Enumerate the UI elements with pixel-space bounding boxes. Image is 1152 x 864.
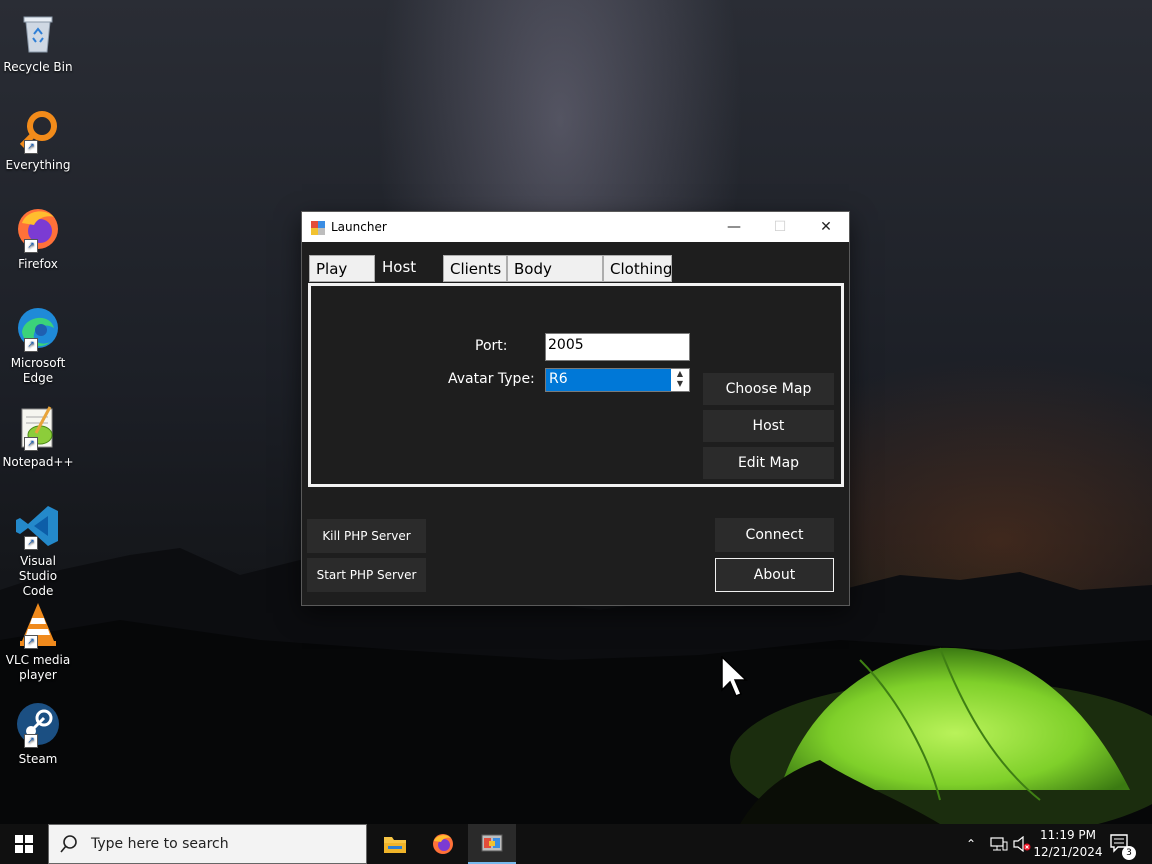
notepad-plus-plus-icon: ↗ — [14, 403, 62, 451]
minimize-icon: — — [727, 219, 741, 235]
edge-icon: ↗ — [14, 304, 62, 352]
desktop-icon-microsoft-edge[interactable]: ↗ Microsoft Edge — [2, 304, 74, 386]
maximize-icon: ☐ — [773, 219, 787, 235]
recycle-bin-icon — [14, 8, 62, 56]
tab-clothing[interactable]: Clothing — [603, 255, 672, 282]
port-input[interactable]: 2005 — [545, 333, 690, 361]
window-titlebar[interactable]: Launcher — ☐ ✕ — [302, 212, 849, 242]
window-title: Launcher — [331, 220, 387, 234]
desktop-icon-recycle-bin[interactable]: Recycle Bin — [2, 8, 74, 75]
about-button[interactable]: About — [715, 558, 834, 592]
desktop-icon-label: Recycle Bin — [3, 60, 73, 74]
steam-icon: ↗ — [14, 700, 62, 748]
launcher-app-icon — [481, 834, 503, 852]
avatar-type-select[interactable]: R6 ▲ ▼ — [545, 368, 690, 392]
chevron-up-icon: ⌃ — [966, 837, 977, 851]
edit-map-button[interactable]: Edit Map — [703, 447, 834, 479]
desktop-icon-label: Notepad++ — [2, 455, 74, 469]
taskbar-launcher[interactable] — [468, 824, 516, 864]
launcher-app-icon — [311, 220, 325, 235]
chevron-up-icon[interactable]: ▲ — [671, 369, 689, 379]
shortcut-arrow-icon: ↗ — [24, 536, 38, 550]
tab-clients[interactable]: Clients — [443, 255, 507, 282]
desktop-icon-label: Steam — [18, 752, 58, 766]
port-label: Port: — [475, 338, 508, 354]
desktop-icon-firefox[interactable]: ↗ Firefox — [2, 205, 74, 272]
taskbar-search-box[interactable]: Type here to search — [48, 824, 367, 864]
connect-button[interactable]: Connect — [715, 518, 834, 552]
avatar-type-value: R6 — [549, 371, 568, 387]
vlc-icon: ↗ — [14, 601, 62, 649]
host-tab-panel: Port: 2005 Avatar Type: R6 ▲ ▼ Choose Ma… — [308, 283, 844, 487]
search-placeholder: Type here to search — [91, 836, 229, 852]
start-button[interactable] — [0, 824, 48, 864]
desktop-icon-everything[interactable]: ↗ Everything — [2, 106, 74, 173]
spinner-arrows[interactable]: ▲ ▼ — [671, 369, 689, 391]
mouse-cursor-icon — [721, 656, 748, 697]
everything-search-icon: ↗ — [14, 106, 62, 154]
clock-time: 11:19 PM — [1040, 828, 1096, 842]
notification-count-badge: 3 — [1122, 846, 1136, 860]
desktop-icon-label: Firefox — [18, 257, 58, 271]
vscode-icon: ↗ — [14, 502, 62, 550]
desktop-icon-steam[interactable]: ↗ Steam — [2, 700, 74, 767]
maximize-button[interactable]: ☐ — [757, 212, 803, 242]
windows-logo-icon — [15, 835, 33, 853]
shortcut-arrow-icon: ↗ — [24, 140, 38, 154]
search-icon — [60, 835, 77, 853]
close-button[interactable]: ✕ — [803, 212, 849, 242]
network-icon — [990, 837, 1008, 851]
shortcut-arrow-icon: ↗ — [24, 437, 38, 451]
desktop-icon-vlc[interactable]: ↗ VLC media player — [2, 601, 74, 683]
desktop-icon-label: Visual Studio Code — [18, 554, 58, 598]
start-php-server-button[interactable]: Start PHP Server — [307, 558, 426, 592]
show-hidden-icons-button[interactable]: ⌃ — [966, 824, 976, 864]
volume-button[interactable] — [1013, 824, 1031, 864]
launcher-window: Launcher — ☐ ✕ Play Host Clients Body Co… — [302, 212, 849, 605]
desktop-icon-label: Everything — [5, 158, 71, 172]
desktop-icon-label: VLC media player — [5, 653, 71, 682]
network-button[interactable] — [990, 824, 1008, 864]
firefox-icon: ↗ — [14, 205, 62, 253]
close-icon: ✕ — [820, 219, 832, 235]
chevron-down-icon[interactable]: ▼ — [671, 379, 689, 389]
folder-icon — [384, 837, 406, 853]
action-center-button[interactable]: 3 — [1110, 824, 1136, 864]
taskbar-clock[interactable]: 11:19 PM 12/21/2024 — [1032, 827, 1104, 861]
desktop-icon-vscode[interactable]: ↗ Visual Studio Code — [2, 502, 74, 599]
kill-php-server-button[interactable]: Kill PHP Server — [307, 519, 426, 553]
desktop-icon-label: Microsoft Edge — [10, 356, 66, 385]
minimize-button[interactable]: — — [711, 212, 757, 242]
taskbar: Type here to search ⌃ 11:19 PM 12/21/202… — [0, 824, 1152, 864]
tab-body-colors[interactable]: Body Colors — [507, 255, 603, 305]
shortcut-arrow-icon: ↗ — [24, 734, 38, 748]
shortcut-arrow-icon: ↗ — [24, 635, 38, 649]
avatar-type-label: Avatar Type: — [448, 371, 535, 387]
tab-play[interactable]: Play — [309, 255, 375, 282]
choose-map-button[interactable]: Choose Map — [703, 373, 834, 405]
tab-host[interactable]: Host — [375, 253, 443, 284]
clock-date: 12/21/2024 — [1033, 845, 1103, 859]
shortcut-arrow-icon: ↗ — [24, 239, 38, 253]
taskbar-firefox[interactable] — [419, 824, 467, 864]
taskbar-file-explorer[interactable] — [371, 824, 419, 864]
firefox-icon — [433, 834, 453, 854]
shortcut-arrow-icon: ↗ — [24, 338, 38, 352]
host-button[interactable]: Host — [703, 410, 834, 442]
desktop-icon-notepad-plus-plus[interactable]: ↗ Notepad++ — [2, 403, 74, 470]
volume-muted-icon — [1013, 836, 1031, 852]
